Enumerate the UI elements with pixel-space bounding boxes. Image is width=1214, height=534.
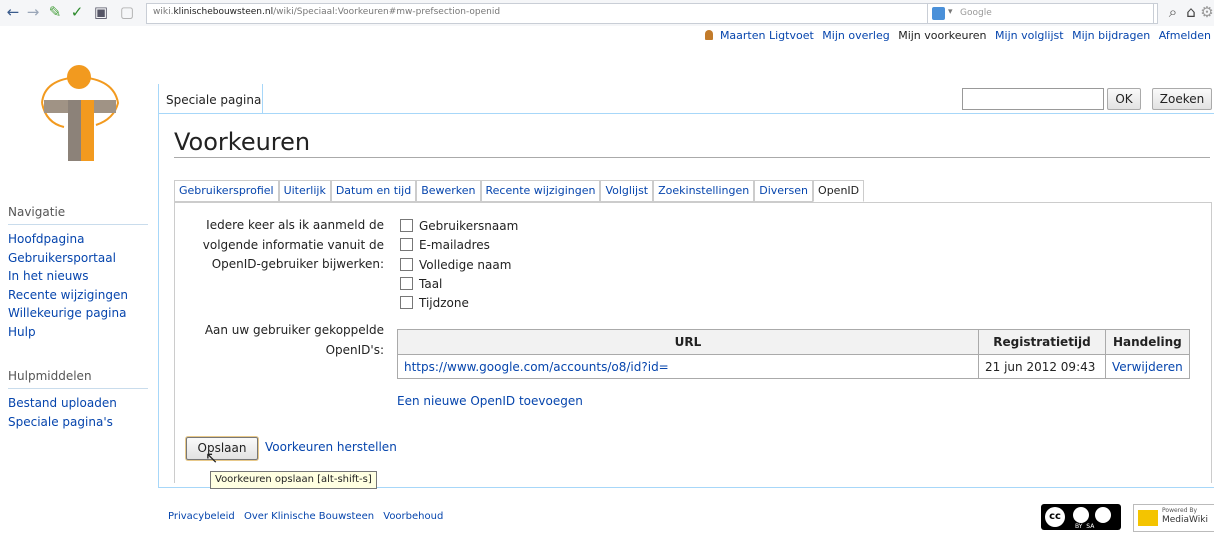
tab-datum-en-tijd[interactable]: Datum en tijd: [330, 180, 417, 202]
checkbox-box[interactable]: [400, 219, 413, 232]
tools-heading: Hulpmiddelen: [8, 369, 92, 383]
page-title: Voorkeuren: [174, 128, 311, 156]
table-row: https://www.google.com/accounts/o8/id?id…: [397, 354, 1190, 379]
column-header-handeling: Handeling: [1105, 329, 1190, 355]
divider: [8, 388, 148, 389]
site-identity-icon[interactable]: ▢: [118, 3, 136, 21]
sidebar-item-hoofdpagina[interactable]: Hoofdpagina: [8, 230, 128, 249]
footer-link-privacybeleid[interactable]: Privacybeleid: [168, 511, 235, 522]
openid-table: URL Registratietijd Handeling https://ww…: [397, 329, 1190, 379]
checkbox-volledige-naam[interactable]: Volledige naam: [400, 256, 511, 274]
checkbox-box[interactable]: [400, 296, 413, 309]
sidebar-item-hulp[interactable]: Hulp: [8, 323, 128, 342]
tab-volglijst[interactable]: Volglijst: [600, 180, 654, 202]
tab-zoekinstellingen[interactable]: Zoekinstellingen: [653, 180, 755, 202]
save-button[interactable]: Opslaan: [186, 437, 258, 460]
search-engine-dropdown-icon[interactable]: ▾: [948, 7, 953, 17]
checkbox-box[interactable]: [400, 238, 413, 251]
preference-tabs: Gebruikersprofiel Uiterlijk Datum en tij…: [174, 180, 865, 202]
tab-gebruikersprofiel[interactable]: Gebruikersprofiel: [174, 180, 279, 202]
search-button[interactable]: Zoeken: [1152, 88, 1212, 110]
tab-recente-wijzigingen[interactable]: Recente wijzigingen: [480, 180, 601, 202]
reset-preferences-link[interactable]: Voorkeuren herstellen: [265, 440, 397, 454]
tab-openid[interactable]: OpenID: [813, 180, 865, 202]
remove-openid-link[interactable]: Verwijderen: [1105, 354, 1190, 379]
divider: [174, 157, 1210, 158]
navigation-list: Hoofdpagina Gebruikersportaal In het nie…: [8, 230, 128, 341]
footer-link-over[interactable]: Over Klinische Bouwsteen: [244, 511, 374, 522]
sidebar-item-willekeurige-pagina[interactable]: Willekeurige pagina: [8, 304, 128, 323]
mw-badge-small-text: Powered By: [1162, 507, 1198, 514]
browser-toolbar: ← → ✎ ✓ ▣ ▢ wiki.klinischebouwsteen.nl/w…: [0, 0, 1214, 26]
table-header-row: URL Registratietijd Handeling: [397, 329, 1190, 355]
checkbox-gebruikersnaam[interactable]: Gebruikersnaam: [400, 217, 518, 235]
footer-link-voorbehoud[interactable]: Voorbehoud: [383, 511, 443, 522]
addon-icon[interactable]: ⚙: [1198, 3, 1214, 21]
sa-icon: [1095, 507, 1111, 523]
tab-label: Speciale pagina: [166, 93, 262, 107]
checkbox-e-mailadres[interactable]: E-mailadres: [400, 236, 490, 254]
sidebar-item-gebruikersportaal[interactable]: Gebruikersportaal: [8, 249, 128, 268]
forward-arrow-icon[interactable]: →: [24, 3, 42, 21]
link-mijn-volglijst[interactable]: Mijn volglijst: [995, 29, 1064, 42]
sidebar-item-bestand-uploaden[interactable]: Bestand uploaden: [8, 394, 117, 413]
mediawiki-icon: [1138, 510, 1158, 526]
address-text: wiki.klinischebouwsteen.nl/wiki/Speciaal…: [153, 7, 501, 17]
creative-commons-badge[interactable]: cc BY SA: [1041, 504, 1121, 530]
openid-url-link[interactable]: https://www.google.com/accounts/o8/id?id…: [397, 354, 979, 379]
personal-links: Maarten Ligtvoet Mijn overleg Mijn voork…: [700, 29, 1211, 42]
footer-links: Privacybeleid Over Klinische Bouwsteen V…: [168, 511, 449, 522]
cc-badge-text: BY SA: [1075, 523, 1095, 530]
linked-openids-label: Aan uw gebruiker gekoppelde OpenID's:: [204, 323, 384, 357]
sidebar-item-in-het-nieuws[interactable]: In het nieuws: [8, 267, 128, 286]
mouse-cursor-icon: ↖: [205, 448, 219, 467]
tab-speciale-pagina[interactable]: Speciale pagina: [158, 84, 263, 113]
google-icon: [932, 7, 945, 20]
cc-icon: cc: [1045, 507, 1065, 527]
ok-button[interactable]: OK: [1107, 88, 1141, 110]
user-icon: [705, 30, 714, 40]
checkbox-tijdzone[interactable]: Tijdzone: [400, 294, 469, 312]
registration-time: 21 jun 2012 09:43: [978, 354, 1106, 379]
search-input[interactable]: [962, 88, 1104, 110]
divider: [8, 224, 148, 225]
update-info-label: Iedere keer als ik aanmeld de volgende i…: [202, 218, 384, 271]
tab-uiterlijk[interactable]: Uiterlijk: [278, 180, 331, 202]
navigation-heading: Navigatie: [8, 205, 66, 219]
link-mijn-voorkeuren[interactable]: Mijn voorkeuren: [898, 29, 986, 42]
checkbox-box[interactable]: [400, 277, 413, 290]
sidebar-item-speciale-paginas[interactable]: Speciale pagina's: [8, 413, 117, 432]
mw-badge-text: MediaWiki: [1162, 515, 1208, 525]
tools-list: Bestand uploaden Speciale pagina's: [8, 394, 117, 431]
site-logo[interactable]: [34, 63, 124, 163]
pencil-icon[interactable]: ✎: [46, 3, 64, 21]
tab-diversen[interactable]: Diversen: [754, 180, 814, 202]
home-bookmark-icon[interactable]: ▣: [92, 3, 110, 21]
link-mijn-overleg[interactable]: Mijn overleg: [822, 29, 889, 42]
save-button-tooltip: Voorkeuren opslaan [alt-shift-s]: [210, 471, 377, 489]
powered-by-mediawiki-badge[interactable]: Powered By MediaWiki: [1133, 504, 1214, 532]
add-openid-link[interactable]: Een nieuwe OpenID toevoegen: [397, 394, 583, 408]
search-placeholder: Google: [960, 8, 992, 18]
link-afmelden[interactable]: Afmelden: [1159, 29, 1211, 42]
user-link[interactable]: Maarten Ligtvoet: [720, 29, 814, 42]
sidebar-item-recente-wijzigingen[interactable]: Recente wijzigingen: [8, 286, 128, 305]
browser-search-box[interactable]: ▾ Google: [927, 3, 1154, 24]
checkmark-icon[interactable]: ✓: [68, 3, 86, 21]
search-magnifier-icon[interactable]: ⌕: [1164, 3, 1182, 21]
back-arrow-icon[interactable]: ←: [4, 3, 22, 21]
column-header-registratietijd: Registratietijd: [978, 329, 1106, 355]
link-mijn-bijdragen[interactable]: Mijn bijdragen: [1072, 29, 1150, 42]
checkbox-box[interactable]: [400, 258, 413, 271]
checkbox-taal[interactable]: Taal: [400, 275, 442, 293]
tab-bewerken[interactable]: Bewerken: [416, 180, 481, 202]
by-icon: [1073, 507, 1089, 523]
column-header-url: URL: [397, 329, 979, 355]
